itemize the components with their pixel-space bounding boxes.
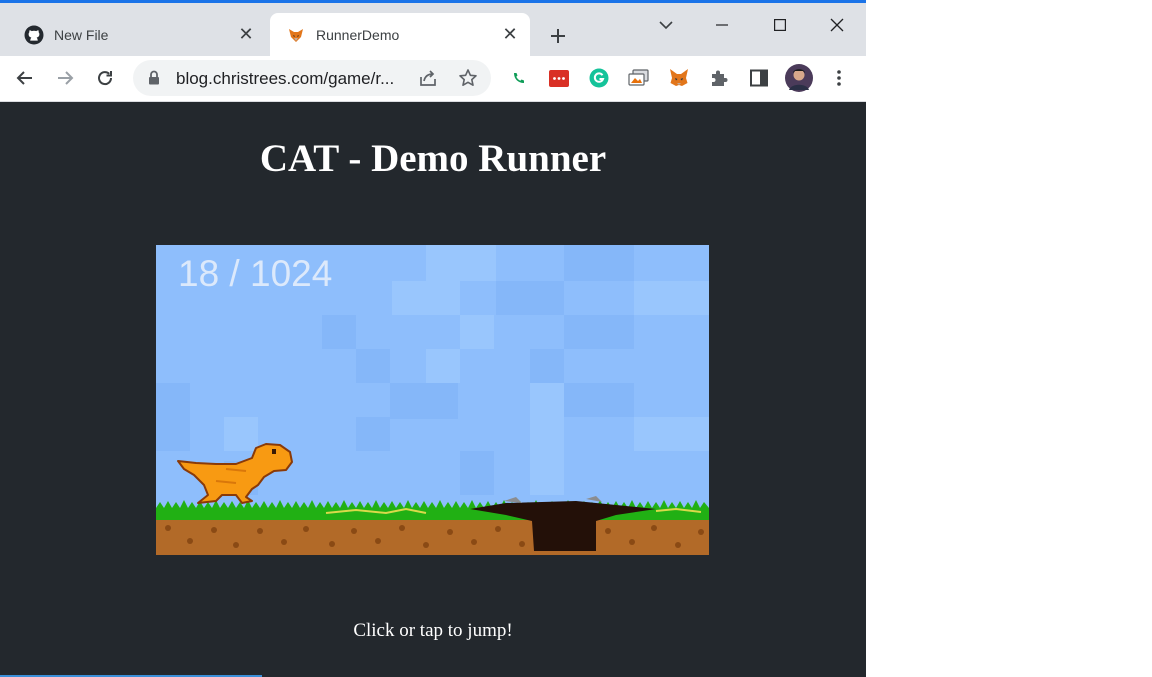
metamask-fox-icon[interactable]	[667, 66, 691, 90]
game-scene: 18 / 1024	[156, 245, 709, 555]
maximize-button[interactable]	[757, 11, 803, 39]
page-content: CAT - Demo Runner 18 / 1024 Click or tap…	[0, 102, 866, 677]
more-menu-icon[interactable]	[827, 66, 851, 90]
url-text: blog.christrees.com/game/r...	[176, 69, 395, 88]
tab-new-file[interactable]: New File ✕	[8, 13, 266, 56]
back-arrow-icon[interactable]	[10, 63, 40, 93]
score-text: 18 / 1024	[178, 253, 332, 294]
tab-title: RunnerDemo	[316, 26, 400, 43]
bookmark-star-icon[interactable]	[458, 68, 478, 93]
tab-title: New File	[54, 26, 109, 43]
fox-icon	[284, 23, 308, 47]
github-icon	[22, 23, 46, 47]
toolbox-extension-icon[interactable]	[547, 66, 571, 90]
grammarly-icon[interactable]	[587, 66, 611, 90]
tab-strip: New File ✕ RunnerDemo ✕	[0, 3, 866, 56]
tab-runner-demo[interactable]: RunnerDemo ✕	[270, 13, 530, 56]
extensions-puzzle-icon[interactable]	[707, 66, 731, 90]
minimize-button[interactable]	[699, 11, 745, 39]
jump-instructions: Click or tap to jump!	[353, 620, 513, 641]
share-icon[interactable]	[418, 68, 438, 93]
forward-arrow-icon[interactable]	[50, 63, 80, 93]
profile-avatar[interactable]	[785, 64, 813, 92]
browser-window: New File ✕ RunnerDemo ✕ blog.christrees.…	[0, 0, 866, 677]
browser-toolbar: blog.christrees.com/game/r...	[0, 56, 866, 102]
lock-icon[interactable]	[148, 70, 160, 90]
phone-extension-icon[interactable]	[507, 66, 531, 90]
close-tab-icon[interactable]: ✕	[234, 23, 258, 47]
page-title: CAT - Demo Runner	[259, 137, 607, 180]
screenshot-extension-icon[interactable]	[627, 66, 651, 90]
close-tab-icon[interactable]: ✕	[498, 23, 522, 47]
new-tab-button[interactable]	[544, 22, 572, 50]
side-panel-icon[interactable]	[747, 66, 771, 90]
game-canvas[interactable]: 18 / 1024	[156, 245, 709, 555]
dirt	[156, 520, 709, 555]
reload-icon[interactable]	[90, 63, 120, 93]
tab-search-button[interactable]	[643, 11, 689, 39]
close-window-button[interactable]	[814, 11, 860, 39]
address-bar[interactable]: blog.christrees.com/game/r...	[133, 60, 491, 96]
